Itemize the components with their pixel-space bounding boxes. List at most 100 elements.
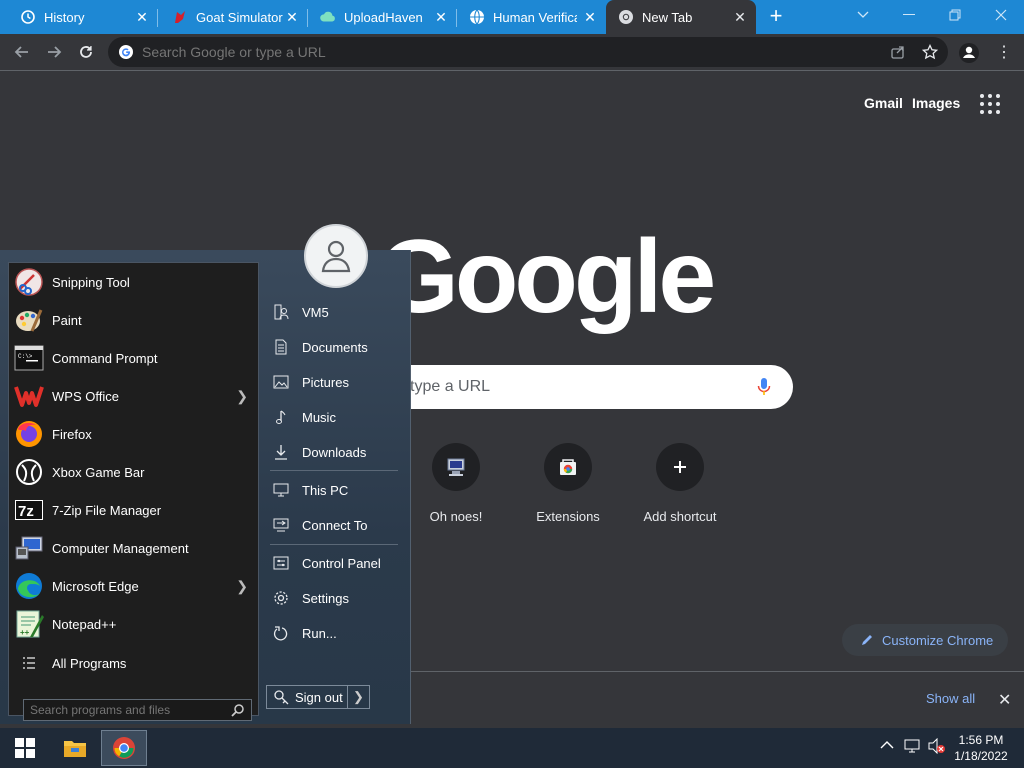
menu-separator	[270, 470, 398, 471]
place-downloads[interactable]: Downloads	[268, 437, 396, 467]
program-microsoft-edge[interactable]: Microsoft Edge ❯	[13, 567, 258, 605]
taskbar-file-explorer[interactable]	[52, 730, 98, 766]
program-snipping-tool[interactable]: Snipping Tool	[13, 263, 258, 301]
restore-icon[interactable]	[932, 0, 978, 30]
share-icon[interactable]	[890, 44, 906, 60]
shortcut-extensions[interactable]: Extensions	[512, 443, 624, 524]
place-vm5[interactable]: VM5	[268, 297, 396, 327]
images-link[interactable]: Images	[912, 95, 960, 111]
browser-toolbar: ⋮	[0, 34, 1024, 70]
program-label: WPS Office	[52, 388, 119, 404]
program-computer-management[interactable]: Computer Management	[13, 529, 258, 567]
tab-history[interactable]: History ✕	[0, 0, 158, 34]
chrome-web-store-favicon	[544, 443, 592, 491]
place-documents[interactable]: Documents	[268, 332, 396, 362]
place-music[interactable]: Music	[268, 402, 396, 432]
chrome-menu-button[interactable]: ⋮	[996, 42, 1012, 64]
show-all-downloads-link[interactable]: Show all	[926, 691, 975, 706]
close-tab-icon[interactable]: ✕	[582, 9, 598, 25]
program-label: 7-Zip File Manager	[52, 502, 162, 518]
taskbar-clock[interactable]: 1:56 PM 1/18/2022	[948, 732, 1014, 764]
google-apps-icon[interactable]	[980, 94, 1000, 114]
close-tab-icon[interactable]: ✕	[284, 9, 300, 25]
place-label: Pictures	[302, 374, 349, 390]
program-notepad-plus-plus[interactable]: ++ Notepad++	[13, 605, 258, 643]
new-tab-button[interactable]: +	[764, 5, 788, 28]
omnibox[interactable]	[108, 37, 948, 67]
program-paint[interactable]: Paint	[13, 301, 258, 339]
user-avatar[interactable]	[304, 224, 368, 288]
back-arrow-icon	[14, 46, 28, 58]
gmail-link[interactable]: Gmail	[864, 95, 903, 111]
tab-goat-simulator[interactable]: Goat Simulator ✕	[158, 0, 308, 34]
shortcut-oh-noes[interactable]: Oh noes!	[400, 443, 512, 524]
show-hidden-icons[interactable]	[880, 738, 894, 753]
customize-chrome-button[interactable]: Customize Chrome	[842, 624, 1008, 656]
start-button[interactable]	[0, 728, 50, 768]
omnibox-input[interactable]	[142, 37, 842, 67]
start-search-input[interactable]	[24, 700, 224, 720]
start-menu: Snipping Tool Paint C:\> Command Prompt …	[0, 250, 411, 724]
taskbar-chrome[interactable]	[101, 730, 147, 766]
forward-arrow-icon	[48, 46, 62, 58]
tab-title: Human Verificat	[493, 9, 577, 25]
chrome-favicon	[618, 9, 634, 25]
windows-logo-icon	[15, 738, 35, 758]
program-xbox-game-bar[interactable]: Xbox Game Bar	[13, 453, 258, 491]
cloud-favicon	[320, 9, 336, 25]
shutdown-options-button[interactable]: ❯	[348, 685, 370, 709]
chevron-right-icon[interactable]: ❯	[236, 578, 248, 595]
profile-button[interactable]	[958, 42, 980, 64]
program-7zip[interactable]: 7z 7-Zip File Manager	[13, 491, 258, 529]
close-tab-icon[interactable]: ✕	[134, 9, 150, 25]
computer-favicon	[432, 443, 480, 491]
tab-uploadhaven[interactable]: UploadHaven - ✕	[308, 0, 457, 34]
tab-strip: History ✕ Goat Simulator ✕ UploadHaven -…	[0, 0, 1024, 34]
place-label: Run...	[302, 625, 337, 641]
voice-search-icon[interactable]	[757, 377, 771, 397]
reload-button[interactable]	[73, 40, 99, 64]
tab-human-verification[interactable]: Human Verificat ✕	[457, 0, 606, 34]
place-this-pc[interactable]: This PC	[268, 475, 396, 505]
network-icon[interactable]	[904, 738, 922, 757]
place-label: VM5	[302, 304, 329, 320]
svg-text:C:\>: C:\>	[18, 353, 33, 360]
place-control-panel[interactable]: Control Panel	[268, 548, 396, 578]
close-window-icon[interactable]	[978, 0, 1024, 30]
chevron-right-icon[interactable]: ❯	[236, 388, 248, 405]
add-shortcut-button[interactable]: Add shortcut	[624, 443, 736, 524]
forward-button[interactable]	[41, 40, 67, 64]
downloads-icon	[272, 443, 290, 461]
back-button[interactable]	[9, 40, 35, 64]
tab-new-tab[interactable]: New Tab ✕	[606, 0, 756, 34]
start-search-box[interactable]	[23, 699, 252, 721]
program-label: Snipping Tool	[52, 274, 130, 290]
program-firefox[interactable]: Firefox	[13, 415, 258, 453]
search-placeholder: type a URL	[410, 378, 491, 395]
place-connect-to[interactable]: Connect To	[268, 510, 396, 540]
bookmark-star-icon[interactable]	[921, 43, 939, 60]
shortcut-label: Oh noes!	[429, 509, 483, 524]
this-pc-icon	[272, 481, 290, 499]
close-tab-icon[interactable]: ✕	[732, 9, 748, 25]
place-label: This PC	[302, 482, 349, 498]
close-tab-icon[interactable]: ✕	[433, 9, 449, 25]
place-run[interactable]: Run...	[268, 618, 396, 648]
toolbar-divider	[0, 70, 1024, 71]
program-wps-office[interactable]: WPS Office ❯	[13, 377, 258, 415]
all-programs-button[interactable]: All Programs	[13, 651, 258, 675]
desktop: History ✕ Goat Simulator ✕ UploadHaven -…	[0, 0, 1024, 768]
volume-muted-icon[interactable]	[928, 737, 946, 757]
shortcut-label: Add shortcut	[643, 509, 717, 524]
place-label: Downloads	[302, 444, 367, 460]
sign-out-button[interactable]: Sign out	[266, 685, 348, 709]
place-settings[interactable]: Settings	[268, 583, 396, 613]
minimize-icon[interactable]	[886, 0, 932, 30]
place-label: Music	[302, 409, 336, 425]
tab-search-icon[interactable]	[840, 0, 886, 30]
place-pictures[interactable]: Pictures	[268, 367, 396, 397]
program-command-prompt[interactable]: C:\> Command Prompt	[13, 339, 258, 377]
run-icon	[272, 624, 290, 642]
close-download-bar-icon[interactable]: ✕	[998, 690, 1011, 710]
program-label: Paint	[52, 312, 82, 328]
